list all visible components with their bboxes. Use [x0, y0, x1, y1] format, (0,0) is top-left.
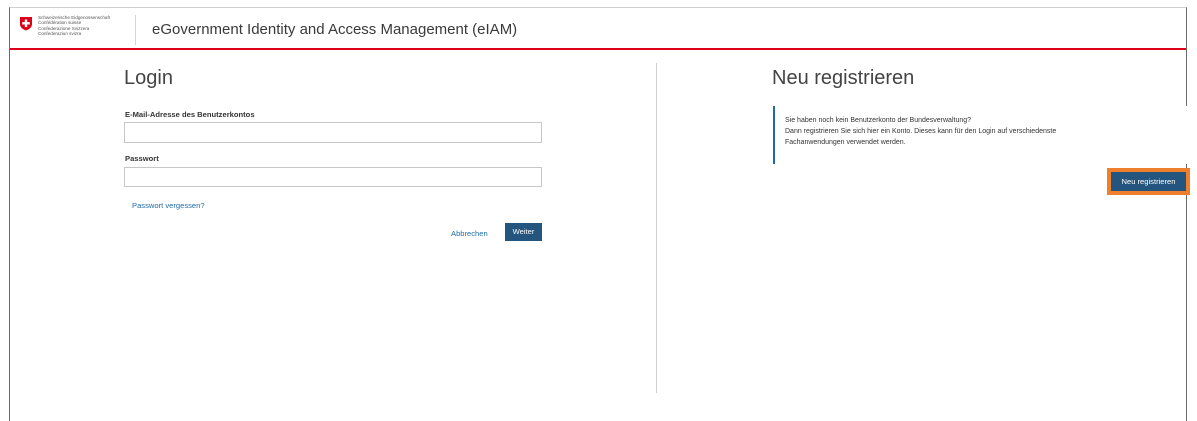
register-title: Neu registrieren: [772, 67, 915, 89]
app-title: eGovernment Identity and Access Manageme…: [152, 21, 518, 38]
register-button-highlight: Neu registrieren: [1107, 168, 1190, 195]
browser-frame: Schweizerische Eidgenossenschaft Confédé…: [9, 7, 1190, 421]
cancel-link[interactable]: Abbrechen: [451, 229, 488, 238]
column-divider: [656, 63, 657, 393]
register-info-line: Fachanwendungen verwendet werden.: [785, 139, 906, 146]
email-label: E-Mail-Adresse des Benutzerkontos: [125, 110, 255, 119]
login-title: Login: [124, 67, 173, 89]
header-divider: [135, 15, 136, 45]
register-info-line: Dann registrieren Sie sich hier ein Kont…: [785, 128, 1057, 135]
page-header: Schweizerische Eidgenossenschaft Confédé…: [10, 8, 1186, 50]
register-button[interactable]: Neu registrieren: [1111, 172, 1186, 191]
swiss-crest-icon: [20, 17, 32, 31]
register-info-box: Sie haben noch kein Benutzerkonto der Bu…: [773, 106, 1188, 164]
confederation-logo[interactable]: Schweizerische Eidgenossenschaft Confédé…: [19, 15, 129, 43]
forgot-password-link[interactable]: Passwort vergessen?: [132, 201, 205, 210]
password-label: Passwort: [125, 154, 159, 163]
email-input[interactable]: [124, 122, 542, 143]
register-info-line: Sie haben noch kein Benutzerkonto der Bu…: [785, 117, 972, 124]
confederation-names: Schweizerische Eidgenossenschaft Confédé…: [38, 15, 133, 37]
password-input[interactable]: [124, 167, 542, 187]
confederation-line: Confederaziun svizra: [38, 31, 82, 37]
next-button[interactable]: Weiter: [505, 223, 542, 241]
